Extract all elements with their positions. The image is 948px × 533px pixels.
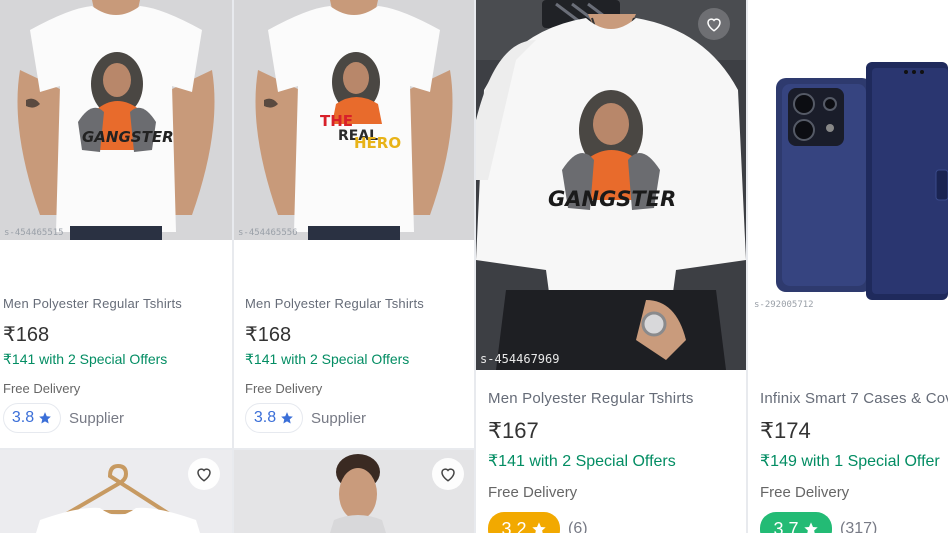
print-text-gangster-1: GANGSTER	[82, 128, 174, 146]
star-icon	[281, 412, 293, 424]
delivery-label: Free Delivery	[488, 484, 578, 501]
special-offer-text: ₹141 with 2 Special Offers	[245, 351, 410, 367]
product-title: Men Polyester Regular Tshirts	[3, 296, 182, 311]
delivery-label: Free Delivery	[3, 381, 81, 396]
rating-count: (6)	[568, 520, 588, 533]
product-sku: s-454467969	[480, 352, 560, 366]
rating-value: 3.2	[501, 518, 527, 533]
grid-divider	[474, 0, 476, 533]
product-card-3[interactable]: GANGSTER s-454467969 Men Polyester Regul…	[476, 0, 746, 533]
product-price: ₹168	[3, 324, 50, 346]
product-image-4[interactable]: s-292005712	[748, 0, 948, 318]
rating-value: 3.8	[11, 409, 35, 426]
product-image-1[interactable]: GANGSTER s-454465515	[0, 0, 232, 240]
supplier-label: Supplier	[69, 409, 125, 427]
product-price: ₹167	[488, 418, 539, 443]
phone-case-photo	[748, 0, 948, 318]
wishlist-heart-button[interactable]	[698, 8, 730, 40]
special-offer-text: ₹141 with 2 Special Offers	[488, 453, 676, 470]
grid-divider	[746, 0, 748, 533]
product-card-6[interactable]	[234, 450, 474, 533]
product-title: Infinix Smart 7 Cases & Covers	[760, 390, 948, 407]
rating-badge: 3.8	[3, 403, 61, 433]
rating-value: 3.7	[773, 518, 799, 533]
product-card-1[interactable]: GANGSTER s-454465515 Men Polyester Regul…	[0, 0, 232, 448]
product-price: ₹168	[245, 324, 292, 346]
product-image-2[interactable]: THE REAL HERO s-454465556	[234, 0, 474, 240]
wishlist-heart-button[interactable]	[188, 458, 220, 490]
star-icon	[803, 522, 818, 533]
product-sku: s-292005712	[754, 300, 814, 310]
sweatshirt-photo: GANGSTER	[476, 0, 746, 370]
product-sku: s-454465556	[238, 228, 298, 238]
heart-icon	[707, 18, 721, 32]
special-offer-text: ₹149 with 1 Special Offer	[760, 453, 940, 470]
rating-count: (317)	[840, 520, 878, 533]
product-title: Men Polyester Regular Tshirts	[488, 390, 694, 407]
rating-value: 3.8	[253, 409, 277, 426]
heart-icon	[441, 468, 455, 482]
grid-divider	[0, 448, 474, 450]
special-offer-text: ₹141 with 2 Special Offers	[3, 351, 168, 367]
tshirt-photo: GANGSTER	[0, 0, 232, 240]
product-sku: s-454465515	[4, 228, 64, 238]
print-text-hero: HERO	[354, 134, 401, 152]
supplier-label: Supplier	[311, 409, 367, 427]
rating-badge: 3.2	[488, 512, 560, 533]
heart-icon	[197, 468, 211, 482]
wishlist-heart-button[interactable]	[432, 458, 464, 490]
tshirt-photo: THE REAL HERO	[234, 0, 474, 240]
grid-divider	[232, 0, 234, 533]
product-card-4[interactable]: s-292005712 Infinix Smart 7 Cases & Cove…	[748, 0, 948, 533]
product-price: ₹174	[760, 418, 811, 443]
rating-badge: 3.8	[245, 403, 303, 433]
star-icon	[531, 522, 546, 533]
product-image-3[interactable]: GANGSTER s-454467969	[476, 0, 746, 370]
print-text-gangster-3: GANGSTER	[548, 187, 676, 211]
product-card-5[interactable]	[0, 450, 232, 533]
star-icon	[39, 412, 51, 424]
delivery-label: Free Delivery	[245, 381, 323, 396]
product-title: Men Polyester Regular Tshirts	[245, 296, 424, 311]
product-card-2[interactable]: THE REAL HERO s-454465556 Men Polyester …	[234, 0, 474, 448]
rating-badge: 3.7	[760, 512, 832, 533]
delivery-label: Free Delivery	[760, 484, 850, 501]
